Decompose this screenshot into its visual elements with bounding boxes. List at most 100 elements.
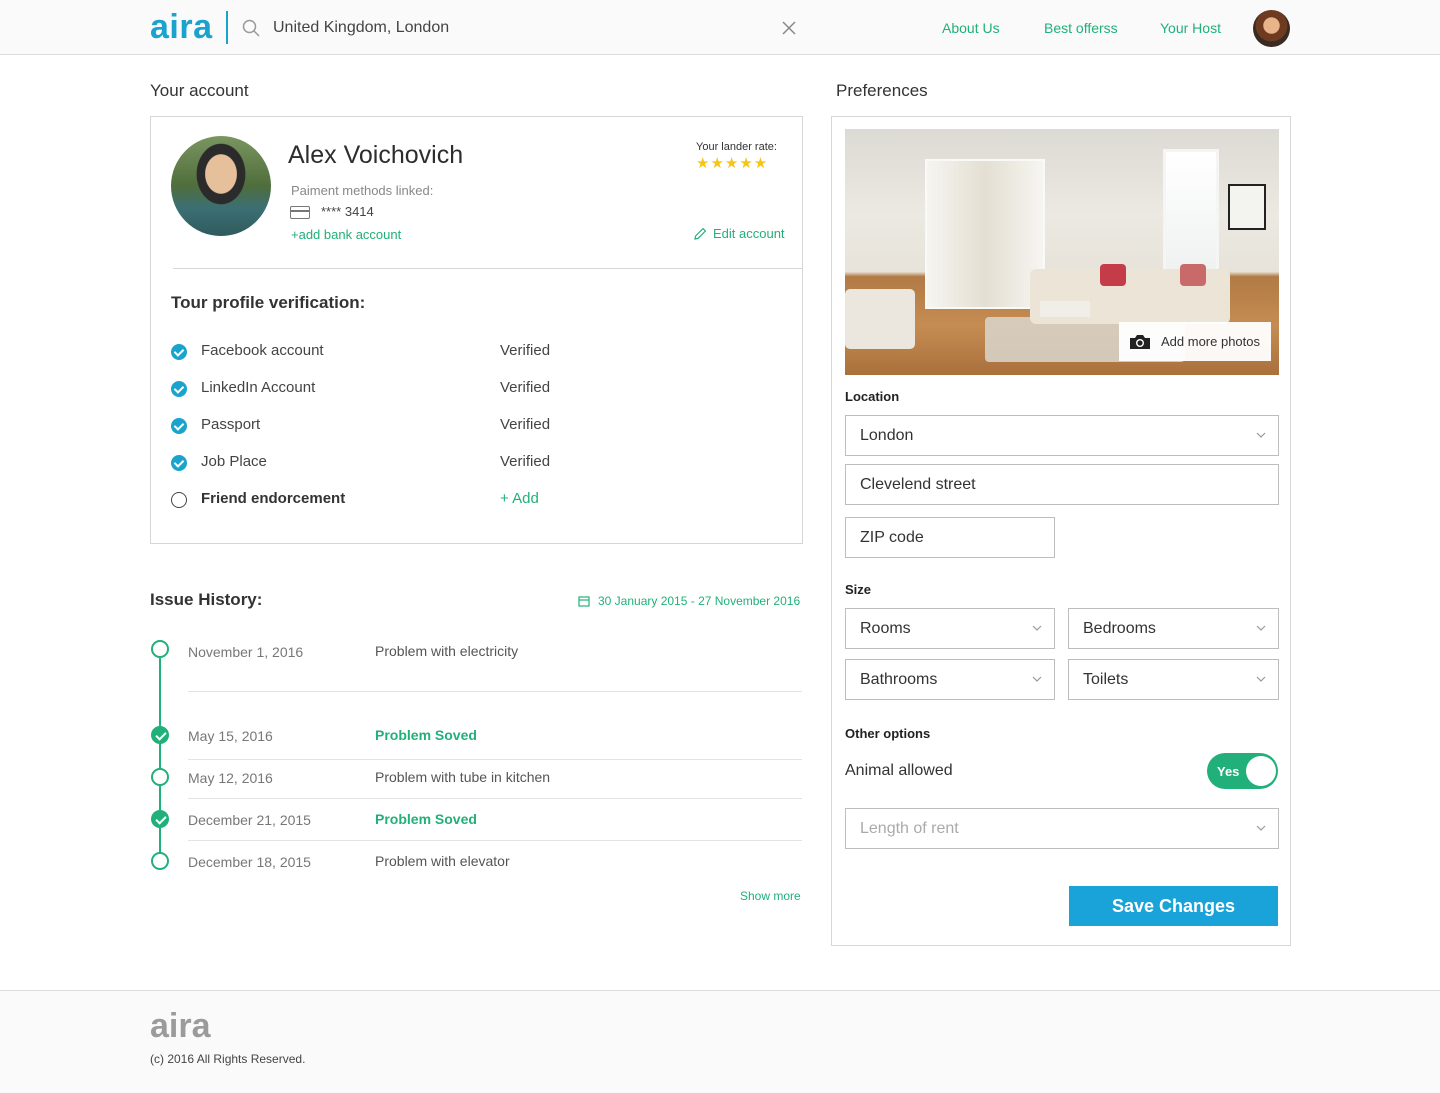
nav-about-us[interactable]: About Us — [942, 20, 1000, 36]
add-bank-account-link[interactable]: +add bank account — [291, 227, 401, 242]
issue-separator — [188, 759, 802, 760]
add-photos-button[interactable]: Add more photos — [1119, 322, 1271, 361]
lander-rate-label: Your lander rate: — [696, 141, 777, 153]
timeline-node — [151, 640, 169, 658]
date-range-label: 30 January 2015 - 27 November 2016 — [598, 594, 801, 608]
nav-your-host[interactable]: Your Host — [1160, 20, 1221, 36]
add-endorsement-link[interactable]: + Add — [500, 490, 539, 507]
verification-row-job-place: Job Place Verified — [171, 453, 771, 473]
toggle-knob — [1246, 756, 1276, 786]
bathrooms-value: Bathrooms — [860, 670, 938, 688]
bathrooms-select[interactable]: Bathrooms — [845, 659, 1055, 700]
issue-description[interactable]: Problem with electricity — [375, 643, 518, 659]
verification-label: Passport — [201, 416, 261, 433]
payment-methods-label: Paiment methods linked: — [291, 183, 434, 198]
rent-length-placeholder: Length of rent — [860, 819, 959, 837]
preferences-card: Add more photos Location London Clevelen… — [831, 116, 1291, 946]
photo-pillow — [1180, 264, 1206, 286]
toilets-value: Toilets — [1083, 670, 1129, 688]
issue-date-range[interactable]: 30 January 2015 - 27 November 2016 — [578, 594, 800, 608]
photo-door — [925, 159, 1045, 309]
verification-row-facebook: Facebook account Verified — [171, 342, 771, 362]
photo-table — [1040, 301, 1090, 317]
add-photos-label: Add more photos — [1161, 334, 1261, 349]
verification-row-friend-endorsement: Friend endorcement + Add — [171, 490, 771, 510]
size-label: Size — [845, 582, 872, 597]
search-icon — [242, 19, 260, 37]
timeline-node-check — [151, 726, 169, 744]
footer: aira (c) 2016 All Rights Reserved. — [0, 990, 1440, 1093]
profile-name: Alex Voichovich — [288, 141, 464, 169]
verification-status: Verified — [500, 379, 551, 396]
issue-separator — [188, 840, 802, 841]
chevron-down-icon — [1256, 625, 1266, 631]
animal-allowed-label: Animal allowed — [845, 762, 953, 779]
profile-avatar — [171, 136, 271, 236]
zip-code-placeholder: ZIP code — [860, 528, 924, 546]
toilets-select[interactable]: Toilets — [1068, 659, 1279, 700]
chevron-down-icon — [1256, 432, 1266, 438]
bedrooms-select[interactable]: Bedrooms — [1068, 608, 1279, 649]
user-avatar[interactable] — [1253, 10, 1290, 47]
check-circle-icon — [171, 418, 187, 434]
chevron-down-icon — [1256, 676, 1266, 682]
footer-logo: aira — [150, 1007, 211, 1045]
account-card: Alex Voichovich Paiment methods linked: … — [150, 116, 803, 544]
issue-separator — [188, 691, 802, 692]
close-icon[interactable] — [781, 20, 797, 36]
photo-chair — [845, 289, 915, 349]
street-value: Clevelend street — [860, 475, 976, 493]
card-divider — [173, 268, 803, 269]
show-more-link[interactable]: Show more — [740, 889, 801, 903]
credit-card-icon — [290, 206, 310, 219]
verification-status: Verified — [500, 453, 551, 470]
photo-pillow — [1100, 264, 1126, 286]
save-changes-button[interactable]: Save Changes — [1069, 886, 1278, 926]
rating-stars: ★★★★★ — [696, 155, 769, 172]
verification-label: LinkedIn Account — [201, 379, 316, 396]
search-input[interactable]: United Kingdom, London — [273, 19, 449, 37]
issue-date: May 15, 2016 — [188, 728, 273, 744]
preferences-section-title: Preferences — [836, 81, 928, 100]
check-circle-icon — [171, 344, 187, 360]
verification-label: Friend endorcement — [201, 490, 346, 507]
rooms-value: Rooms — [860, 619, 911, 637]
timeline-line — [159, 658, 161, 860]
timeline-node-check — [151, 810, 169, 828]
issue-history-title: Issue History: — [150, 590, 263, 609]
nav-best-offers[interactable]: Best offerss — [1044, 20, 1118, 36]
bedrooms-value: Bedrooms — [1083, 619, 1156, 637]
rent-length-select[interactable]: Length of rent — [845, 808, 1279, 849]
header-logo[interactable]: aira — [150, 8, 213, 47]
verification-row-linkedin: LinkedIn Account Verified — [171, 379, 771, 399]
verification-row-passport: Passport Verified — [171, 416, 771, 436]
edit-account-label: Edit account — [713, 226, 785, 241]
chevron-down-icon — [1032, 676, 1042, 682]
city-select[interactable]: London — [845, 415, 1279, 456]
issue-date: November 1, 2016 — [188, 644, 304, 660]
other-options-label: Other options — [845, 726, 931, 741]
calendar-icon — [578, 596, 590, 607]
issue-description[interactable]: Problem with tube in kitchen — [375, 769, 550, 785]
animal-allowed-toggle[interactable]: Yes — [1207, 753, 1278, 789]
check-circle-icon — [171, 455, 187, 471]
verification-status: Verified — [500, 342, 551, 359]
pencil-icon — [694, 227, 707, 240]
rooms-select[interactable]: Rooms — [845, 608, 1055, 649]
issue-date: May 12, 2016 — [188, 770, 273, 786]
verification-label: Facebook account — [201, 342, 324, 359]
chevron-down-icon — [1256, 825, 1266, 831]
issue-description[interactable]: Problem with elevator — [375, 853, 510, 869]
zip-code-input[interactable]: ZIP code — [845, 517, 1055, 558]
issue-description[interactable]: Problem Soved — [375, 727, 477, 743]
empty-circle-icon[interactable] — [171, 492, 187, 508]
account-section-title: Your account — [150, 81, 249, 100]
issue-description[interactable]: Problem Soved — [375, 811, 477, 827]
city-value: London — [860, 426, 914, 444]
edit-account-button[interactable]: Edit account — [693, 226, 785, 241]
street-input[interactable]: Clevelend street — [845, 464, 1279, 505]
issue-date: December 21, 2015 — [188, 812, 311, 828]
footer-copyright: (c) 2016 All Rights Reserved. — [150, 1052, 306, 1066]
verification-title: Tour profile verification: — [171, 293, 366, 312]
verification-label: Job Place — [201, 453, 267, 470]
